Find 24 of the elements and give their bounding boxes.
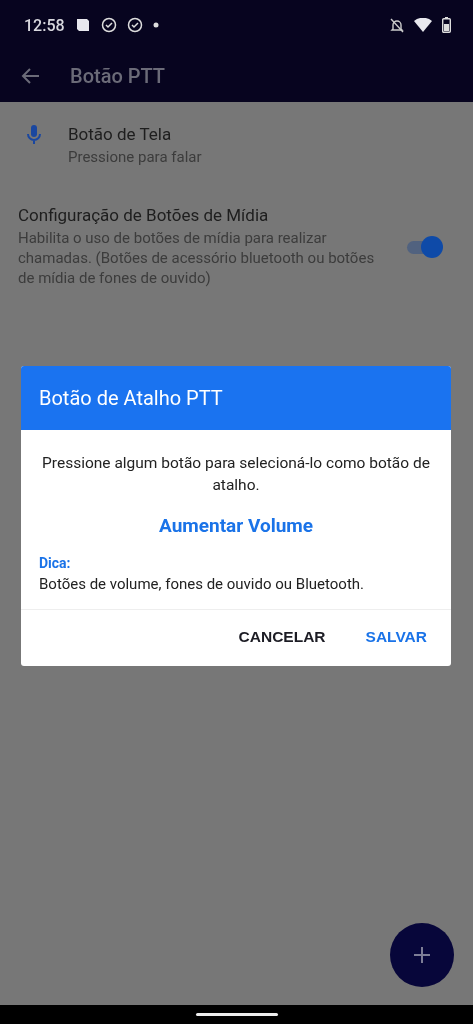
dot-icon [152,22,159,28]
home-handle[interactable] [195,1013,278,1016]
dialog-message: Pressione algum botão para selecioná-lo como botão de atalho. [41,453,431,496]
status-time: 12:58 [24,15,65,35]
setting-title[interactable]: Botão de Tela [68,124,202,144]
check-circle-icon [100,17,117,33]
save-button[interactable]: SALVAR [357,622,435,652]
setting-subtitle: Habilita o uso de botões de mídia para realizar chamadas. (Botões de acessório bluetooth ou botões de mídia de fones de ouvido) [18,228,376,288]
bell-off-icon [390,17,404,33]
notification-icon [74,17,91,33]
hint-text: Botões de volume, fones de ouvido ou Bluetooth. [39,575,365,593]
selected-key-label: Aumentar Volume [157,514,315,537]
check-circle-icon [126,17,143,33]
wifi-icon [414,18,432,32]
hint-label: Dica: [39,555,72,571]
setting-subtitle: Pressione para falar [68,147,202,167]
dialog-title: Botão de Atalho PTT [39,386,223,410]
plus-icon [413,946,431,964]
screen-title: Botão PTT [70,64,166,88]
setting-title: Configuração de Botões de Mídia [18,205,270,225]
microphone-icon [26,124,42,146]
cancel-button[interactable]: CANCELAR [230,622,334,652]
back-arrow-icon[interactable] [20,67,40,85]
battery-icon [442,17,451,33]
